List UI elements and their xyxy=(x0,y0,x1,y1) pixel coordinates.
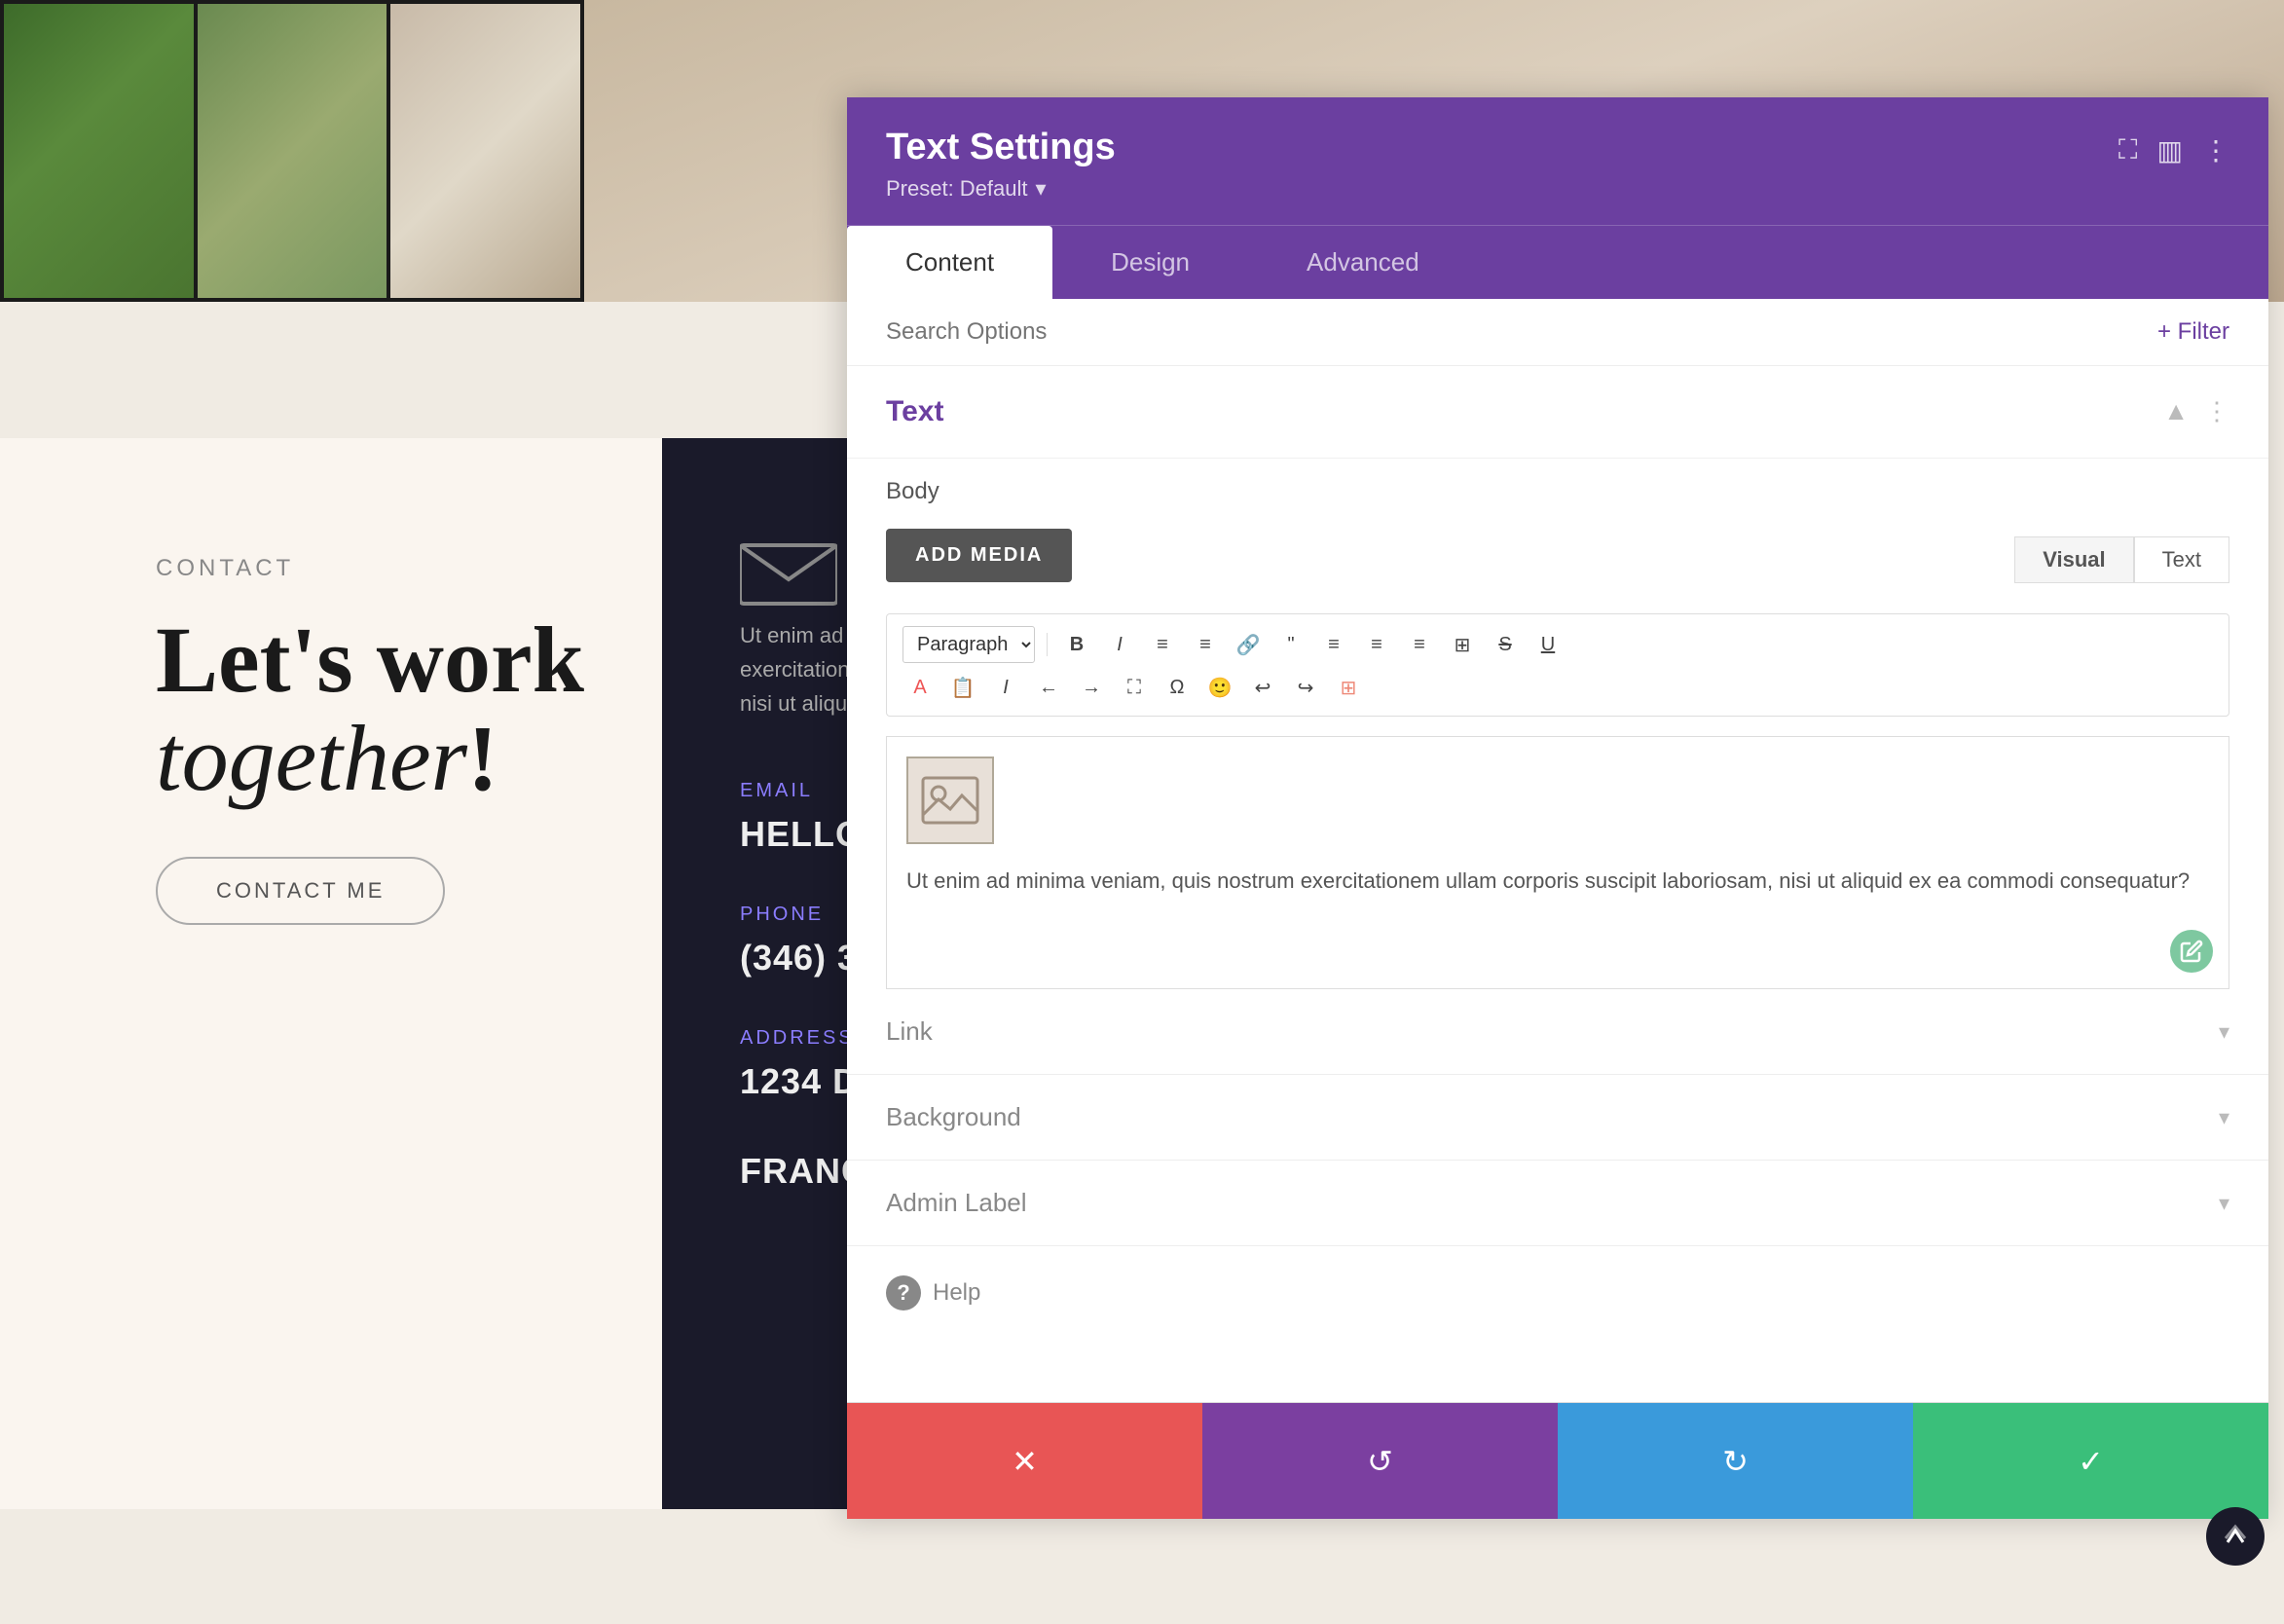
accordion-admin-label-title: Admin Label xyxy=(886,1188,1027,1218)
italic-button[interactable]: I xyxy=(1102,628,1137,661)
accordion-background-header[interactable]: Background ▾ xyxy=(847,1075,2268,1160)
section-actions: ▲ ⋮ xyxy=(2163,397,2229,426)
panel-header-left: Text Settings Preset: Default ▾ xyxy=(886,127,1116,202)
accordion-link: Link ▾ xyxy=(847,989,2268,1075)
gallery-image-1 xyxy=(4,4,194,298)
gallery-image-3 xyxy=(390,4,580,298)
more-options-icon[interactable]: ⋮ xyxy=(2202,134,2229,167)
panel-header-icons: ⛶ ▥ ⋮ xyxy=(2118,134,2229,167)
add-media-button[interactable]: ADD MEDIA xyxy=(886,529,1072,582)
undo-button[interactable]: ↩ xyxy=(1245,671,1280,704)
undo-icon: ↺ xyxy=(1367,1443,1393,1480)
cancel-button[interactable]: ✕ xyxy=(847,1403,1202,1519)
gallery-left xyxy=(0,0,584,302)
redo-action-button[interactable]: ↻ xyxy=(1558,1403,1913,1519)
bold-button[interactable]: B xyxy=(1059,628,1094,661)
ordered-list-button[interactable]: ≡ xyxy=(1188,628,1223,661)
gallery-image-2 xyxy=(198,4,387,298)
edit-icon-circle[interactable] xyxy=(2170,930,2213,973)
unordered-list-button[interactable]: ≡ xyxy=(1145,628,1180,661)
preset-chevron-icon: ▾ xyxy=(1036,176,1047,202)
envelope-icon xyxy=(740,535,837,613)
editor-content-area[interactable]: Ut enim ad minima veniam, quis nostrum e… xyxy=(886,736,2229,989)
align-center-button[interactable]: ≡ xyxy=(1359,628,1394,661)
panel-tabs: Content Design Advanced xyxy=(847,225,2268,299)
corner-icon[interactable] xyxy=(2206,1507,2265,1566)
fullscreen-icon[interactable]: ⛶ xyxy=(2118,135,2138,166)
accordion-link-title: Link xyxy=(886,1016,933,1047)
text-section-header: Text ▲ ⋮ xyxy=(847,366,2268,459)
accordion-admin-label-chevron: ▾ xyxy=(2219,1191,2229,1216)
section-collapse-icon[interactable]: ▲ xyxy=(2163,397,2189,426)
panel-preset[interactable]: Preset: Default ▾ xyxy=(886,176,1116,202)
accordion-admin-label-header[interactable]: Admin Label ▾ xyxy=(847,1161,2268,1245)
search-bar: + Filter xyxy=(847,299,2268,366)
indent-button[interactable]: → xyxy=(1074,671,1109,704)
help-text[interactable]: Help xyxy=(933,1279,980,1307)
emoji-button[interactable]: 🙂 xyxy=(1202,671,1237,704)
special-chars-button[interactable]: Ω xyxy=(1160,671,1195,704)
align-left-button[interactable]: ≡ xyxy=(1316,628,1351,661)
panel-title: Text Settings xyxy=(886,127,1116,168)
confirm-button[interactable]: ✓ xyxy=(1913,1403,2268,1519)
contact-heading-exclaim: ! xyxy=(467,706,498,810)
sidebar-icon[interactable]: ▥ xyxy=(2157,134,2183,167)
tab-content[interactable]: Content xyxy=(847,226,1052,299)
toolbar-area: ADD MEDIA Visual Text Paragraph Heading … xyxy=(847,513,2268,736)
accordion-background-title: Background xyxy=(886,1102,1021,1132)
action-bar: ✕ ↺ ↻ ✓ xyxy=(847,1402,2268,1519)
paragraph-select[interactable]: Paragraph Heading 1 Heading 2 Pre xyxy=(903,626,1035,663)
body-label: Body xyxy=(847,459,2268,513)
visual-text-tabs: Visual Text xyxy=(2014,536,2229,583)
tab-text[interactable]: Text xyxy=(2134,536,2229,583)
toolbar-row-1: Paragraph Heading 1 Heading 2 Pre B I ≡ … xyxy=(903,626,2213,663)
accordion-link-chevron: ▾ xyxy=(2219,1019,2229,1045)
accordion-admin-label: Admin Label ▾ xyxy=(847,1161,2268,1246)
accordion-background: Background ▾ xyxy=(847,1075,2268,1161)
editor-body-text: Ut enim ad minima veniam, quis nostrum e… xyxy=(906,864,2209,898)
tab-design[interactable]: Design xyxy=(1052,226,1248,299)
help-section: ? Help xyxy=(847,1246,2268,1340)
italic2-button[interactable]: I xyxy=(988,671,1023,704)
text-color-button[interactable]: A xyxy=(903,671,938,704)
panel-body: Text ▲ ⋮ Body ADD MEDIA Visual Text xyxy=(847,366,2268,1402)
search-input[interactable] xyxy=(886,318,1961,346)
contact-heading-italic: together xyxy=(156,706,467,810)
undo-action-button[interactable]: ↺ xyxy=(1202,1403,1558,1519)
tab-visual[interactable]: Visual xyxy=(2014,536,2133,583)
accordion-background-chevron: ▾ xyxy=(2219,1105,2229,1130)
help-icon: ? xyxy=(886,1275,921,1310)
panel-header: Text Settings Preset: Default ▾ ⛶ ▥ ⋮ xyxy=(847,97,2268,225)
contact-label: CONTACT xyxy=(156,555,691,582)
strikethrough-button[interactable]: S xyxy=(1488,628,1523,661)
contact-me-button[interactable]: CONTACT ME xyxy=(156,857,445,925)
confirm-icon: ✓ xyxy=(2078,1443,2104,1480)
align-right-button[interactable]: ≡ xyxy=(1402,628,1437,661)
tab-advanced[interactable]: Advanced xyxy=(1248,226,1478,299)
outdent-button[interactable]: ← xyxy=(1031,671,1066,704)
cancel-icon: ✕ xyxy=(1012,1443,1038,1480)
redo-button[interactable]: ↪ xyxy=(1288,671,1323,704)
table-button[interactable]: ⊞ xyxy=(1445,628,1480,661)
editor-toolbar: Paragraph Heading 1 Heading 2 Pre B I ≡ … xyxy=(886,613,2229,717)
divi-link-button[interactable]: ⊞ xyxy=(1331,671,1366,704)
redo-icon: ↻ xyxy=(1722,1443,1749,1480)
section-more-icon[interactable]: ⋮ xyxy=(2204,397,2229,426)
contact-heading-line1: Let's work xyxy=(156,608,584,712)
contact-heading: Let's work together! xyxy=(156,611,691,808)
underline-button[interactable]: U xyxy=(1530,628,1566,661)
blockquote-button[interactable]: " xyxy=(1273,628,1308,661)
text-section-title: Text xyxy=(886,395,943,428)
paste-button[interactable]: 📋 xyxy=(945,671,980,704)
link-button[interactable]: 🔗 xyxy=(1231,628,1266,661)
editor-image-placeholder xyxy=(906,757,994,844)
fullscreen2-button[interactable]: ⛶ xyxy=(1117,671,1152,704)
settings-panel: Text Settings Preset: Default ▾ ⛶ ▥ ⋮ Co… xyxy=(847,97,2268,1519)
accordion-link-header[interactable]: Link ▾ xyxy=(847,989,2268,1074)
toolbar-row-2: A 📋 I ← → ⛶ Ω 🙂 ↩ ↪ ⊞ xyxy=(903,671,2213,704)
image-placeholder-icon xyxy=(921,776,979,825)
filter-button[interactable]: + Filter xyxy=(2157,318,2229,346)
